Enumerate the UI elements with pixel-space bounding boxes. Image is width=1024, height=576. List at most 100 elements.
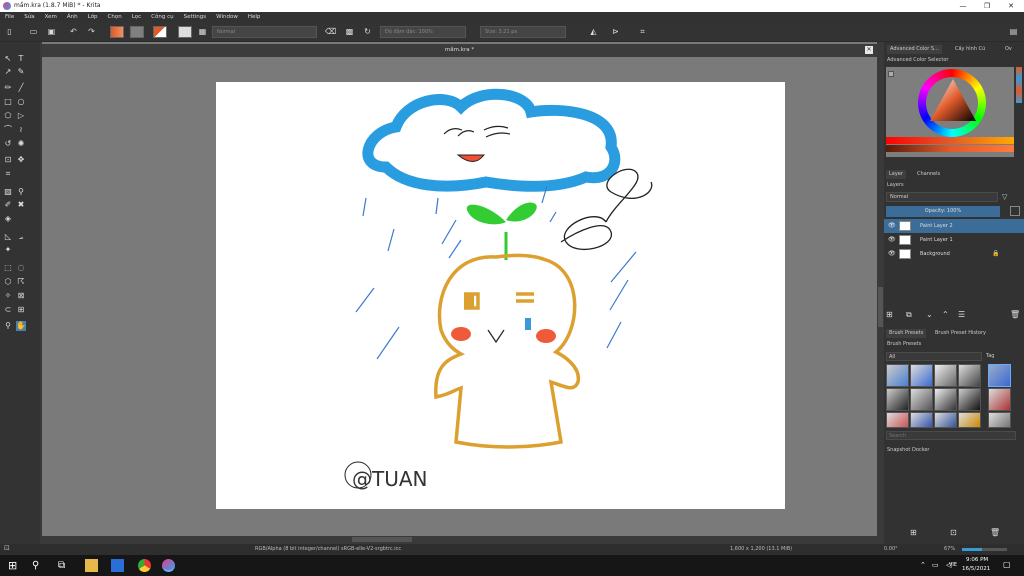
dynamic-brush-tool-icon[interactable]: ↺ (3, 139, 13, 149)
opacity-slider[interactable]: Độ đậm đặc: 100% (380, 26, 466, 38)
horizontal-scrollbar[interactable] (42, 536, 877, 544)
size-slider[interactable]: Size: 3.21 px (480, 26, 566, 38)
measure-tool-icon[interactable]: ⦟ (16, 232, 26, 242)
visibility-eye-icon[interactable]: 👁 (888, 219, 896, 233)
add-snapshot-button[interactable]: ⊞ (910, 528, 917, 537)
text-tool-icon[interactable]: T (16, 54, 26, 64)
similar-select-tool-icon[interactable]: ⊠ (16, 291, 26, 301)
brush-preset[interactable] (988, 388, 1011, 411)
search-icon[interactable]: ⚲ (32, 559, 45, 572)
tab-channels[interactable]: Channels (914, 170, 943, 179)
rotation-value[interactable]: 0.00° (884, 546, 898, 552)
layer-row[interactable]: 👁 Paint Layer 1 (884, 233, 1024, 247)
dock-toggle-icon[interactable]: ▤ (1008, 26, 1019, 37)
brush-preset[interactable] (958, 388, 981, 411)
line-tool-icon[interactable]: ╱ (16, 83, 26, 93)
save-icon[interactable]: ▣ (46, 26, 57, 37)
menu-filter[interactable]: Lọc (127, 12, 146, 22)
brush-filter-select[interactable]: All (886, 352, 982, 361)
notification-icon[interactable]: ▢ (1003, 560, 1011, 569)
bezier-select-tool-icon[interactable]: ⊂ (3, 305, 13, 315)
duplicate-layer-button[interactable]: ⧉ (906, 310, 912, 320)
lock-icon[interactable]: 🔒 (992, 247, 999, 261)
undo-icon[interactable]: ↶ (68, 26, 79, 37)
brush-preset[interactable] (958, 412, 981, 428)
visibility-eye-icon[interactable]: 👁 (888, 233, 896, 247)
visibility-eye-icon[interactable]: 👁 (888, 247, 896, 261)
pan-tool-icon[interactable]: ✋ (16, 321, 26, 331)
chrome-icon[interactable] (138, 559, 151, 572)
blend-mode-select[interactable]: Normal (212, 26, 317, 38)
close-document-icon[interactable]: ✕ (865, 46, 873, 54)
brush-preset[interactable] (886, 412, 909, 428)
freehand-path-tool-icon[interactable]: ≀ (16, 125, 26, 135)
brush-preset-selected[interactable] (988, 364, 1011, 387)
new-document-icon[interactable]: ▯ (4, 26, 15, 37)
tab-advanced-color-selector[interactable]: Advanced Color S... (887, 45, 942, 54)
menu-edit[interactable]: Sửa (19, 12, 39, 22)
fg-bg-color-swatch[interactable] (153, 26, 167, 38)
settings-icon[interactable] (888, 71, 894, 77)
menu-file[interactable]: File (0, 12, 19, 22)
brush-preset[interactable] (958, 364, 981, 387)
brush-preset-button[interactable] (178, 26, 192, 38)
brush-preset[interactable] (988, 412, 1011, 428)
drawing-canvas[interactable]: @TUAN (216, 82, 785, 509)
wrap-around-icon[interactable]: ⌗ (637, 26, 648, 37)
crop-tool-icon[interactable]: ⌗ (3, 169, 13, 179)
zoom-value[interactable]: 67% (944, 546, 955, 552)
contiguous-select-tool-icon[interactable]: ✧ (3, 291, 13, 301)
tray-chevron-icon[interactable]: ⌃ (920, 561, 926, 569)
tab-overview[interactable]: Ov (1002, 45, 1015, 54)
menu-help[interactable]: Help (243, 12, 266, 22)
tab-palette[interactable]: Cấy hình Cũ (952, 45, 988, 54)
layer-row[interactable]: 👁 Background 🔒 (884, 247, 1024, 261)
color-bar-1[interactable] (886, 137, 1014, 144)
edit-shape-tool-icon[interactable]: ↗ (3, 67, 13, 77)
transform-tool-icon[interactable]: ⊡ (3, 155, 13, 165)
windows-start-icon[interactable]: ⊞ (8, 559, 21, 572)
move-up-button[interactable]: ⌃ (942, 310, 949, 319)
colorize-mask-tool-icon[interactable]: ✐ (3, 200, 13, 210)
smart-patch-tool-icon[interactable]: ✖ (16, 200, 26, 210)
clock-date[interactable]: 16/5/2021 (962, 566, 990, 572)
delete-snapshot-button[interactable]: 🗑 (990, 528, 1000, 537)
brush-preset[interactable] (886, 364, 909, 387)
rect-select-tool-icon[interactable]: ⬚ (3, 263, 13, 273)
menu-layer[interactable]: Lớp (83, 12, 103, 22)
rectangle-tool-icon[interactable]: □ (3, 97, 13, 107)
menu-window[interactable]: Window (211, 12, 243, 22)
reload-preset-icon[interactable]: ↻ (362, 26, 373, 37)
redo-icon[interactable]: ↷ (86, 26, 97, 37)
polygon-tool-icon[interactable]: ⬠ (3, 111, 13, 121)
gradient-tool-icon[interactable]: ▨ (3, 187, 13, 197)
delete-layer-button[interactable]: 🗑 (1010, 310, 1020, 319)
mirror-horizontal-icon[interactable]: ◭ (588, 26, 599, 37)
color-history-strip[interactable] (1016, 67, 1022, 103)
brush-preset[interactable] (910, 364, 933, 387)
layer-row[interactable]: 👁 Paint Layer 2 (884, 219, 1024, 233)
filter-icon[interactable]: ▽ (1002, 192, 1012, 202)
assistant-tool-icon[interactable]: ◺ (3, 232, 13, 242)
polyline-tool-icon[interactable]: ▷ (16, 111, 26, 121)
close-button[interactable]: ✕ (996, 0, 1024, 12)
layer-properties-icon[interactable] (1010, 206, 1020, 216)
brush-search-input[interactable] (886, 431, 1016, 440)
gradient-swatch[interactable] (110, 26, 124, 38)
menu-tools[interactable]: Công cụ (146, 12, 178, 22)
brush-tool-icon[interactable]: ✏ (3, 83, 13, 93)
brush-preset[interactable] (934, 388, 957, 411)
snapshot-camera-button[interactable]: ⊡ (950, 528, 957, 537)
open-document-icon[interactable]: ▭ (28, 26, 39, 37)
tab-brush-presets[interactable]: Brush Presets (886, 329, 927, 338)
calligraphy-tool-icon[interactable]: ✎ (16, 67, 26, 77)
polygon-select-tool-icon[interactable]: ⬡ (3, 277, 13, 287)
tab-layers[interactable]: Layer (886, 170, 906, 179)
brush-preset[interactable] (886, 388, 909, 411)
select-shape-tool-icon[interactable]: ↖ (3, 54, 13, 64)
bezier-tool-icon[interactable]: ⌒ (3, 125, 13, 135)
task-view-icon[interactable]: ⧉ (58, 559, 71, 572)
reference-images-tool-icon[interactable]: ✦ (3, 245, 13, 255)
brush-preset[interactable] (934, 412, 957, 428)
add-layer-button[interactable]: ⊞ (886, 310, 893, 319)
